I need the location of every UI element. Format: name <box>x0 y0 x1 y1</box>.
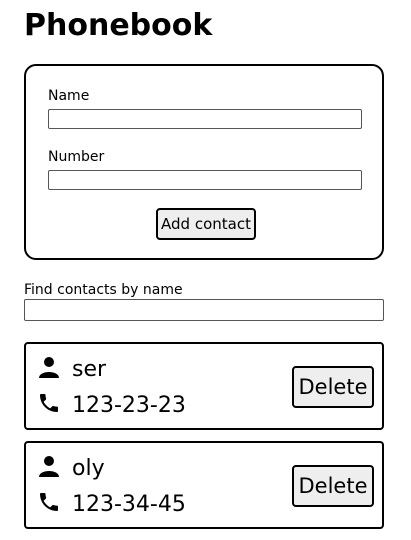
contact-name: oly <box>72 456 105 481</box>
page-title: Phonebook <box>24 8 213 43</box>
number-label: Number <box>48 149 105 165</box>
person-icon <box>37 454 61 478</box>
name-input[interactable] <box>48 109 362 129</box>
add-contact-form: Name Number Add contact <box>24 64 384 260</box>
person-icon <box>37 355 61 379</box>
name-label: Name <box>48 88 90 104</box>
contact-item: ser 123-23-23 Delete <box>24 342 384 430</box>
add-contact-button[interactable]: Add contact <box>156 208 256 240</box>
contact-name: ser <box>72 357 107 382</box>
contact-number: 123-34-45 <box>72 492 186 517</box>
phone-icon <box>37 490 61 514</box>
delete-button[interactable]: Delete <box>292 366 374 408</box>
number-input[interactable] <box>48 170 362 190</box>
delete-button[interactable]: Delete <box>292 465 374 507</box>
phone-icon <box>37 391 61 415</box>
filter-label: Find contacts by name <box>24 282 183 298</box>
filter-input[interactable] <box>24 299 384 321</box>
contact-number: 123-23-23 <box>72 393 186 418</box>
contact-item: oly 123-34-45 Delete <box>24 441 384 529</box>
